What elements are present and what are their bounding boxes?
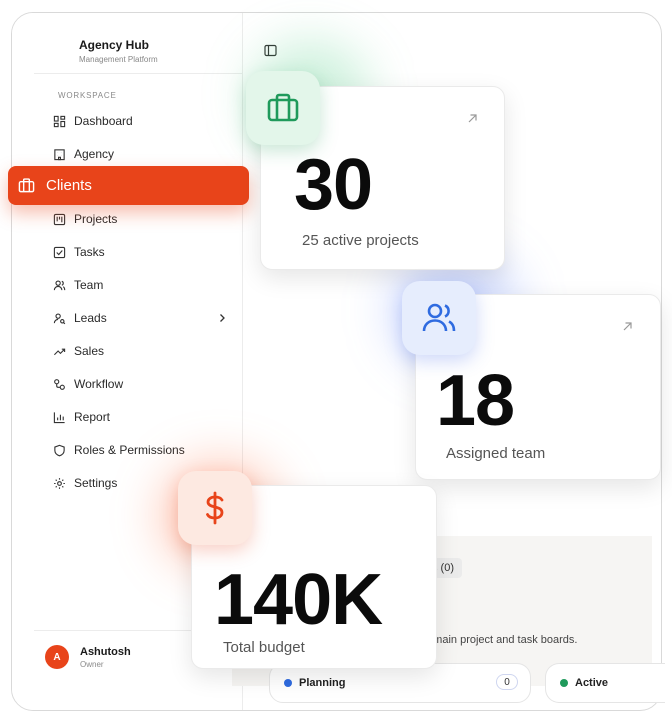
users-icon	[52, 278, 66, 292]
sidebar-item-dashboard[interactable]: Dashboard	[52, 109, 227, 133]
dollar-icon	[206, 491, 224, 525]
stat-value: 30	[294, 145, 373, 225]
kanban-icon	[52, 212, 66, 226]
user-role: Owner	[80, 659, 104, 669]
avatar: A	[45, 645, 69, 669]
sidebar-item-label: Tasks	[74, 245, 105, 259]
stat-icon-tile	[178, 471, 252, 545]
sidebar-item-label: Roles & Permissions	[74, 443, 185, 457]
sidebar-item-projects[interactable]: Projects	[52, 207, 227, 231]
column-label: Planning	[299, 677, 346, 689]
sidebar-item-label: Projects	[74, 212, 118, 226]
checkbox-icon	[52, 245, 66, 259]
column-label: Active	[575, 677, 609, 689]
dashboard-icon	[52, 114, 66, 128]
board-column-planning[interactable]: Planning 0	[269, 663, 531, 703]
section-label: WORKSPACE	[58, 91, 117, 100]
sidebar-item-label: Sales	[74, 344, 105, 358]
sidebar-item-agency[interactable]: Agency	[52, 142, 227, 166]
arrow-up-right-icon[interactable]	[622, 321, 633, 332]
count-badge: 0	[496, 674, 518, 690]
sidebar-item-label: Settings	[74, 476, 118, 490]
trending-up-icon	[52, 344, 66, 358]
sidebar-item-roles-permissions[interactable]: Roles & Permissions	[52, 438, 227, 462]
stat-caption: Total budget	[223, 639, 305, 656]
sidebar-item-label: Dashboard	[74, 114, 133, 128]
workflow-icon	[52, 377, 66, 391]
stat-caption: Assigned team	[446, 445, 546, 462]
user-profile[interactable]: A Ashutosh Owner	[45, 645, 131, 669]
sidebar-item-tasks[interactable]: Tasks	[52, 240, 227, 264]
users-icon	[422, 303, 456, 332]
brand-subtitle: Management Platform	[79, 55, 158, 64]
status-dot	[284, 679, 292, 687]
divider	[34, 73, 242, 74]
user-name: Ashutosh	[80, 645, 131, 658]
brand: Agency Hub Management Platform	[79, 38, 158, 64]
shield-icon	[52, 443, 66, 457]
stat-caption: 25 active projects	[302, 232, 419, 249]
user-search-icon	[52, 311, 66, 325]
arrow-up-right-icon[interactable]	[467, 113, 478, 124]
briefcase-icon	[267, 93, 299, 122]
building-icon	[52, 147, 66, 161]
user-info: Ashutosh Owner	[80, 646, 131, 669]
sidebar-item-label: Clients	[46, 177, 92, 194]
board-description: e main project and task boards.	[424, 634, 578, 646]
sidebar-item-clients[interactable]: Clients	[8, 166, 249, 205]
status-dot	[560, 679, 568, 687]
sidebar-item-report[interactable]: Report	[52, 405, 227, 429]
sidebar-item-label: Leads	[74, 311, 107, 325]
stat-icon-tile	[402, 281, 476, 355]
gear-icon	[52, 476, 66, 490]
sidebar-item-label: Report	[74, 410, 111, 424]
stat-value: 140K	[214, 560, 383, 640]
chevron-right-icon	[220, 314, 225, 322]
brand-title: Agency Hub	[79, 38, 150, 52]
stat-icon-tile	[246, 71, 320, 145]
sidebar-item-workflow[interactable]: Workflow	[52, 372, 227, 396]
board-column-active[interactable]: Active	[545, 663, 665, 703]
sidebar-item-team[interactable]: Team	[52, 273, 227, 297]
bar-chart-icon	[52, 410, 66, 424]
sidebar-item-label: Team	[74, 278, 104, 292]
sidebar-item-leads[interactable]: Leads	[52, 306, 227, 330]
sidebar-item-label: Workflow	[74, 377, 124, 391]
briefcase-icon	[18, 178, 35, 193]
sidebar-item-label: Agency	[74, 147, 115, 161]
sidebar-item-sales[interactable]: Sales	[52, 339, 227, 363]
stat-value: 18	[436, 361, 515, 441]
